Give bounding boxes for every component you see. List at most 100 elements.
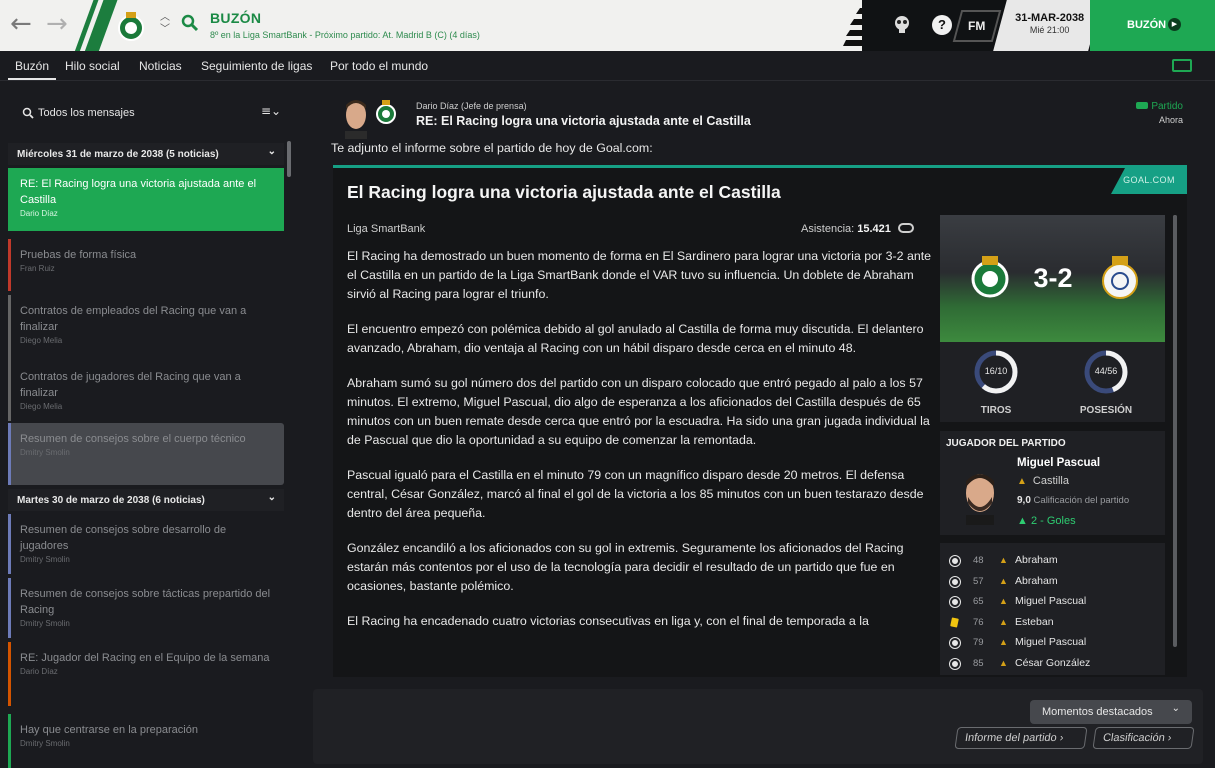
weather-cloud-icon: [897, 223, 914, 233]
player-avatar: [960, 465, 1000, 525]
sender-name[interactable]: Dario Díaz: [416, 101, 459, 111]
current-time: Mié 21:00: [1029, 25, 1070, 35]
panel-scrollbar[interactable]: [1173, 215, 1177, 647]
match-stats-panel: 3-2 16/10 TIROS 44/56 POSESIÓN JUGADOR D…: [940, 215, 1177, 675]
message-sidebar: Todos los mensajes ≡⌄ Miércoles 31 de ma…: [0, 81, 298, 768]
event-player[interactable]: Miguel Pascual: [1015, 636, 1086, 648]
message-author: Dmitry Smolin: [20, 619, 70, 628]
current-date: 31-MAR-2038: [1015, 12, 1085, 24]
tab-hilo-social[interactable]: Hilo social: [65, 59, 120, 73]
message-subject: RE: El Racing logra una victoria ajustad…: [416, 114, 751, 128]
standings-label: Clasificación: [1102, 732, 1166, 744]
sender-avatar: [341, 95, 371, 139]
tab-seguimiento-ligas[interactable]: Seguimiento de ligas: [201, 59, 312, 73]
tab-buzon[interactable]: Buzón: [15, 59, 49, 73]
source-badge[interactable]: GOAL.COM: [1111, 168, 1187, 194]
event-player[interactable]: Miguel Pascual: [1015, 595, 1086, 607]
fm-menu-button[interactable]: FM: [952, 10, 1002, 42]
yellow-card-icon: [950, 616, 959, 628]
goal-ball-icon: [950, 597, 960, 607]
group-header-label: Martes 30 de marzo de 2038 (6 noticias): [17, 495, 205, 506]
category-label: Partido: [1151, 101, 1183, 112]
attendance-label: Asistencia:: [801, 223, 855, 235]
motm-rating: 9,0 Calificación del partido: [1017, 495, 1129, 506]
standings-button[interactable]: Clasificación ›: [1092, 727, 1195, 749]
match-event-row[interactable]: 76 ▲ Esteban: [940, 615, 1165, 633]
message-item[interactable]: Pruebas de forma física Fran Ruiz: [8, 239, 284, 291]
match-event-row[interactable]: 79 ▲ Miguel Pascual: [940, 635, 1165, 653]
event-player[interactable]: César González: [1015, 657, 1090, 669]
event-player[interactable]: Abraham: [1015, 575, 1058, 587]
match-report-label: Informe del partido: [964, 732, 1058, 744]
page-title: BUZÓN: [210, 10, 262, 26]
forward-arrow-icon[interactable]: →: [46, 11, 68, 37]
chevron-down-icon: ⌄: [267, 492, 276, 503]
motm-header: JUGADOR DEL PARTIDO: [946, 438, 1066, 449]
message-item[interactable]: Contratos de jugadores del Racing que va…: [8, 361, 284, 421]
event-player[interactable]: Abraham: [1015, 554, 1058, 566]
event-player[interactable]: Esteban: [1015, 616, 1054, 628]
message-item[interactable]: Resumen de consejos sobre desarrollo de …: [8, 514, 284, 574]
competition-label: Liga SmartBank: [347, 223, 426, 235]
sort-menu-icon[interactable]: ≡⌄: [261, 104, 281, 118]
sidebar-scrollbar[interactable]: [287, 141, 291, 177]
filter-label[interactable]: Todos los mensajes: [38, 107, 135, 119]
continue-button[interactable]: BUZÓN ▶: [1090, 0, 1215, 51]
message-item[interactable]: Resumen de consejos sobre tácticas prepa…: [8, 578, 284, 638]
social-feed-icon[interactable]: [893, 14, 911, 39]
group-header[interactable]: Martes 30 de marzo de 2038 (6 noticias) ⌄: [8, 489, 284, 511]
message-author: Dario Díaz: [20, 209, 58, 218]
tab-noticias[interactable]: Noticias: [139, 59, 182, 73]
match-event-row[interactable]: 85 ▲ César González: [940, 656, 1165, 674]
message-title: Hay que centrarse en la preparación: [20, 724, 198, 736]
message-item[interactable]: RE: El Racing logra una victoria ajustad…: [8, 168, 284, 231]
message-title: Resumen de consejos sobre el cuerpo técn…: [20, 433, 246, 445]
motm-name[interactable]: Miguel Pascual: [1017, 457, 1100, 469]
possession-value: 44/56: [1094, 366, 1118, 376]
match-event-row[interactable]: 57 ▲ Abraham: [940, 574, 1165, 592]
back-arrow-icon[interactable]: ←: [10, 11, 32, 37]
club-badge-icon: [375, 97, 397, 125]
event-minute: 76: [973, 616, 984, 628]
goal-ball-icon: [950, 576, 960, 587]
match-event-row[interactable]: 65 ▲ Miguel Pascual: [940, 594, 1165, 612]
match-event-row[interactable]: 48 ▲ Abraham: [940, 553, 1165, 571]
message-item[interactable]: Contratos de empleados del Racing que va…: [8, 295, 284, 365]
message-title: Pruebas de forma física: [20, 249, 137, 261]
continue-label: BUZÓN: [1127, 19, 1167, 31]
goal-ball-icon: [950, 638, 960, 648]
sender-role: (Jefe de prensa): [461, 101, 527, 111]
article-paragraph: El Racing ha demostrado un buen momento …: [347, 249, 932, 301]
club-badge-icon: ▲: [999, 575, 1008, 586]
club-badge-icon: ▲: [999, 637, 1008, 647]
message-item[interactable]: Hay que centrarse en la preparación Dmit…: [8, 714, 284, 768]
screen-icon[interactable]: [1172, 59, 1192, 72]
message-title: Contratos de jugadores del Racing que va…: [20, 371, 241, 399]
sender-line: Dario Díaz (Jefe de prensa): [416, 101, 527, 111]
highlights-label: Momentos destacados: [1042, 706, 1153, 718]
tab-por-todo-el-mundo[interactable]: Por todo el mundo: [330, 59, 428, 73]
shots-value: 16/10: [984, 366, 1008, 376]
message-author: Dmitry Smolin: [20, 739, 70, 748]
chevron-right-icon: ›: [1166, 732, 1173, 744]
page-subtitle[interactable]: 8º en la Liga SmartBank - Próximo partid…: [210, 30, 480, 40]
motm-club[interactable]: ▲ Castilla: [1017, 475, 1069, 487]
message-author: Dario Díaz: [20, 667, 58, 676]
search-icon[interactable]: [181, 14, 199, 37]
message-title: Contratos de empleados del Racing que va…: [20, 305, 247, 333]
thumbs-up-icon: ▲: [1017, 515, 1028, 527]
filter-search-icon: [22, 106, 34, 124]
highlights-dropdown[interactable]: Momentos destacados ⌄: [1030, 700, 1192, 724]
message-item[interactable]: Resumen de consejos sobre el cuerpo técn…: [8, 423, 284, 485]
club-switch-icon[interactable]: ︿ ﹀: [160, 12, 170, 36]
date-display[interactable]: 31-MAR-2038 Mié 21:00: [993, 0, 1102, 51]
group-header[interactable]: Miércoles 31 de marzo de 2038 (5 noticia…: [8, 143, 284, 165]
help-icon[interactable]: ?: [932, 15, 952, 35]
match-report-button[interactable]: Informe del partido ›: [954, 727, 1088, 749]
away-badge-icon: [1100, 253, 1140, 301]
event-minute: 65: [973, 596, 984, 607]
man-of-the-match[interactable]: JUGADOR DEL PARTIDO Miguel Pascual ▲ Cast…: [940, 431, 1165, 535]
message-intro: Te adjunto el informe sobre el partido d…: [331, 141, 653, 155]
message-item[interactable]: RE: Jugador del Racing en el Equipo de l…: [8, 642, 284, 706]
club-badge-icon[interactable]: [117, 11, 145, 41]
